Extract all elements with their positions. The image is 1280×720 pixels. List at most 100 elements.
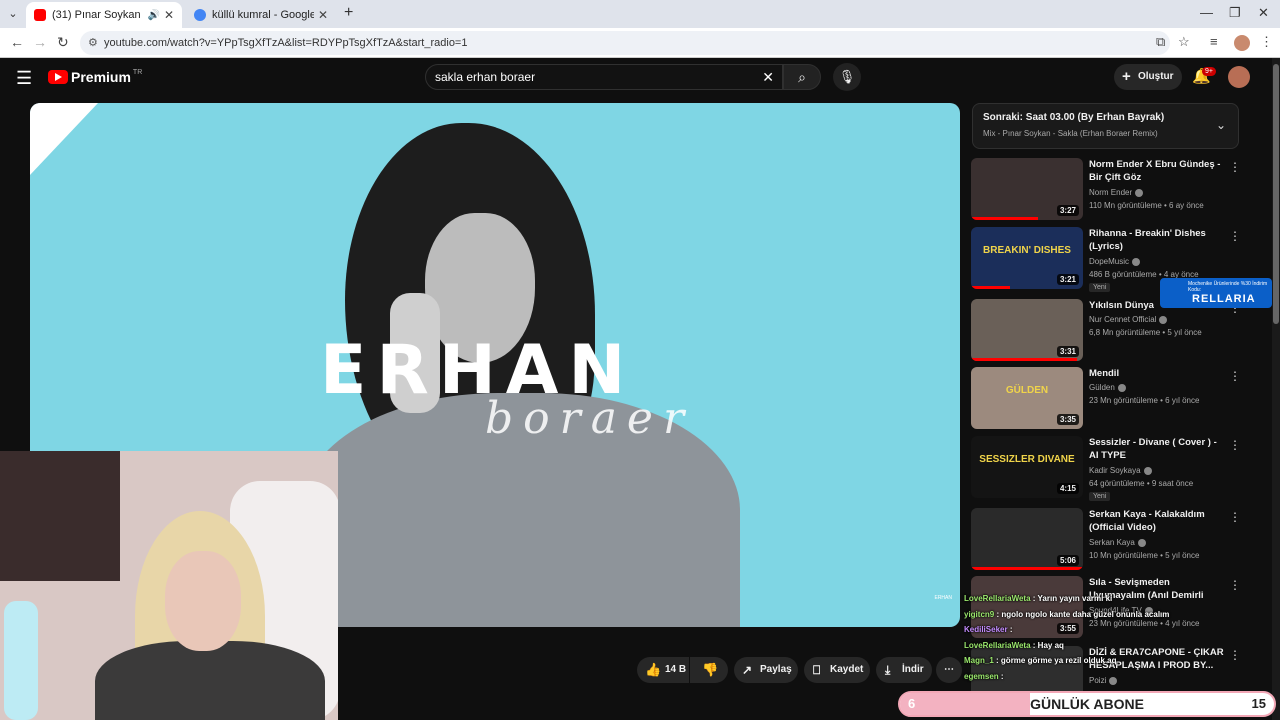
close-window-icon[interactable]: ✕	[1258, 5, 1269, 21]
minimize-icon[interactable]: —	[1200, 5, 1213, 20]
channel-name-text: DopeMusic	[1089, 257, 1130, 266]
notification-badge: 9+	[1202, 67, 1216, 76]
voice-search-button[interactable]: 🎙	[833, 63, 861, 91]
channel-name-text: Kadir Soykaya	[1089, 466, 1141, 475]
user-avatar[interactable]	[1228, 66, 1250, 88]
share-button[interactable]: ↗ Paylaş	[734, 657, 798, 683]
video-title[interactable]: Sessizler - Divane ( Cover ) - AI TYPE	[1089, 436, 1227, 462]
chevron-down-icon[interactable]: ⌄	[1216, 118, 1226, 132]
video-thumbnail[interactable]: 3:27	[971, 158, 1083, 220]
tab-google[interactable]: küllü kumral - Google'da Ara ✕	[186, 2, 336, 28]
more-options-icon[interactable]: ⋮	[1229, 438, 1241, 452]
youtube-header: ☰ Premium TR sakla erhan boraer ✕ ⌕ 🎙 + …	[0, 58, 1280, 98]
save-label: Kaydet	[830, 664, 864, 675]
channel-name[interactable]: Kadir Soykaya	[1089, 466, 1152, 475]
sub-goal-current: 6	[908, 696, 916, 711]
video-title[interactable]: Norm Ender X Ebru Gündeş - Bir Çift Göz	[1089, 158, 1227, 184]
logo-text: Premium	[71, 69, 131, 85]
more-options-icon[interactable]: ⋮	[1229, 510, 1241, 524]
chat-text: : Yarın yayın varmı ki	[1032, 594, 1113, 603]
url-field[interactable]: ⚙ youtube.com/watch?v=YPpTsgXfTzA&list=R…	[80, 31, 1170, 55]
google-favicon-icon	[194, 9, 206, 21]
close-tab-icon[interactable]: ✕	[164, 8, 174, 22]
verified-icon	[1117, 383, 1126, 392]
sub-goal-label: GÜNLÜK ABONE	[1030, 696, 1144, 712]
new-badge: Yeni	[1089, 492, 1111, 501]
chat-text: :	[1009, 625, 1013, 634]
search-input[interactable]: sakla erhan boraer ✕	[425, 64, 783, 90]
scrollbar-thumb[interactable]	[1273, 64, 1279, 324]
video-duration: 3:21	[1056, 274, 1079, 285]
clear-search-icon[interactable]: ✕	[762, 65, 774, 89]
close-tab-icon[interactable]: ✕	[318, 8, 328, 22]
hamburger-menu-icon[interactable]: ☰	[16, 68, 32, 89]
save-button[interactable]: ⎕ Kaydet	[804, 657, 870, 683]
download-icon: ⤓	[885, 663, 891, 677]
more-options-icon[interactable]: ⋮	[1229, 160, 1241, 174]
new-tab-icon[interactable]: +	[344, 4, 353, 22]
up-next-panel[interactable]: Sonraki: Saat 03.00 (By Erhan Bayrak) Mi…	[972, 103, 1239, 149]
more-options-icon[interactable]: ⋮	[1229, 578, 1241, 592]
search-button[interactable]: ⌕	[783, 64, 821, 90]
recommendation-card[interactable]: GÜLDEN 3:35 Mendil Gülden 23 Mn görüntüleme …	[971, 367, 1241, 429]
tab-youtube[interactable]: (31) Pınar Soykan - Sakla (E 🔊 ✕	[26, 2, 182, 28]
webcam-lamp	[4, 601, 38, 720]
download-button[interactable]: ⤓ İndir	[876, 657, 932, 683]
install-icon[interactable]: ⧉	[1156, 34, 1165, 50]
channel-name[interactable]: Serkan Kaya	[1089, 538, 1146, 547]
profile-avatar[interactable]	[1234, 35, 1250, 51]
video-thumbnail[interactable]: 3:31	[971, 299, 1083, 361]
recommendation-card[interactable]: 3:31 Yıkılsın Dünya Nur Cennet Official 6,8…	[971, 299, 1241, 361]
video-thumbnail[interactable]: 5:06	[971, 508, 1083, 570]
video-title[interactable]: Mendil	[1089, 367, 1227, 380]
more-options-icon[interactable]: ⋮	[1229, 369, 1241, 383]
like-count: 14 B	[665, 664, 687, 675]
video-watermark: ERHAN	[934, 595, 952, 601]
video-thumbnail[interactable]: SESSIZLER DIVANE 4:15	[971, 436, 1083, 498]
speaker-icon[interactable]: 🔊	[147, 10, 159, 21]
new-badge: Yeni	[1089, 283, 1111, 292]
video-meta: 64 görüntüleme • 9 saat önce	[1089, 479, 1194, 488]
youtube-logo[interactable]: Premium TR	[48, 69, 142, 85]
video-title[interactable]: Rihanna - Breakin' Dishes (Lyrics)	[1089, 227, 1227, 253]
restore-icon[interactable]: ❐	[1229, 5, 1241, 21]
channel-name[interactable]: Gülden	[1089, 383, 1126, 392]
dislike-button[interactable]: 👎	[690, 657, 728, 683]
like-button[interactable]: 👍 14 B	[637, 657, 689, 683]
plus-icon: +	[1122, 68, 1131, 85]
ad-small-text: Mochenike Ürünlerinde %30 İndirim Kodu:	[1188, 281, 1268, 293]
video-duration: 5:06	[1056, 555, 1079, 566]
verified-icon	[1137, 538, 1146, 547]
media-icon[interactable]: ≡	[1210, 34, 1218, 49]
channel-name[interactable]: DopeMusic	[1089, 257, 1141, 266]
reload-icon[interactable]: ↻	[57, 34, 69, 51]
sub-goal-target: 15	[1251, 696, 1266, 711]
channel-name[interactable]: Norm Ender	[1089, 188, 1144, 197]
country-code: TR	[132, 68, 143, 76]
recommendation-card[interactable]: 3:27 Norm Ender X Ebru Gündeş - Bir Çift …	[971, 158, 1241, 220]
channel-name[interactable]: Nur Cennet Official	[1089, 315, 1168, 324]
back-icon[interactable]: ←	[10, 34, 24, 50]
video-title[interactable]: Serkan Kaya - Kalakaldım (Official Video…	[1089, 508, 1227, 534]
verified-icon	[1143, 466, 1152, 475]
more-options-icon[interactable]: ⋮	[1229, 229, 1241, 243]
watch-progress-bar	[971, 358, 1078, 361]
channel-name-text: Nur Cennet Official	[1089, 315, 1157, 324]
video-thumbnail[interactable]: BREAKIN' DISHES 3:21	[971, 227, 1083, 289]
recommendation-card[interactable]: SESSIZLER DIVANE 4:15 Sessizler - Divane (…	[971, 436, 1241, 501]
more-actions-button[interactable]: ⋯	[936, 657, 962, 683]
url-text: youtube.com/watch?v=YPpTsgXfTzA&list=RDY…	[104, 37, 468, 49]
forward-icon[interactable]: →	[33, 34, 47, 50]
site-info-icon[interactable]: ⚙	[88, 31, 98, 55]
create-button[interactable]: + Oluştur	[1114, 64, 1182, 90]
video-meta: 23 Mn görüntüleme • 6 yıl önce	[1089, 396, 1200, 405]
chat-username: LoveRellariaWeta	[964, 594, 1031, 603]
thumbnail-text: GÜLDEN	[1005, 385, 1049, 396]
menu-dots-icon[interactable]: ⋮	[1260, 34, 1273, 50]
bookmark-star-icon[interactable]: ☆	[1178, 34, 1190, 50]
tab-search-icon[interactable]: ⌄	[4, 5, 22, 23]
verified-icon	[1135, 188, 1144, 197]
recommendation-card[interactable]: 5:06 Serkan Kaya - Kalakaldım (Official V…	[971, 508, 1241, 570]
video-thumbnail[interactable]: GÜLDEN 3:35	[971, 367, 1083, 429]
video-meta: 6,8 Mn görüntüleme • 5 yıl önce	[1089, 328, 1202, 337]
